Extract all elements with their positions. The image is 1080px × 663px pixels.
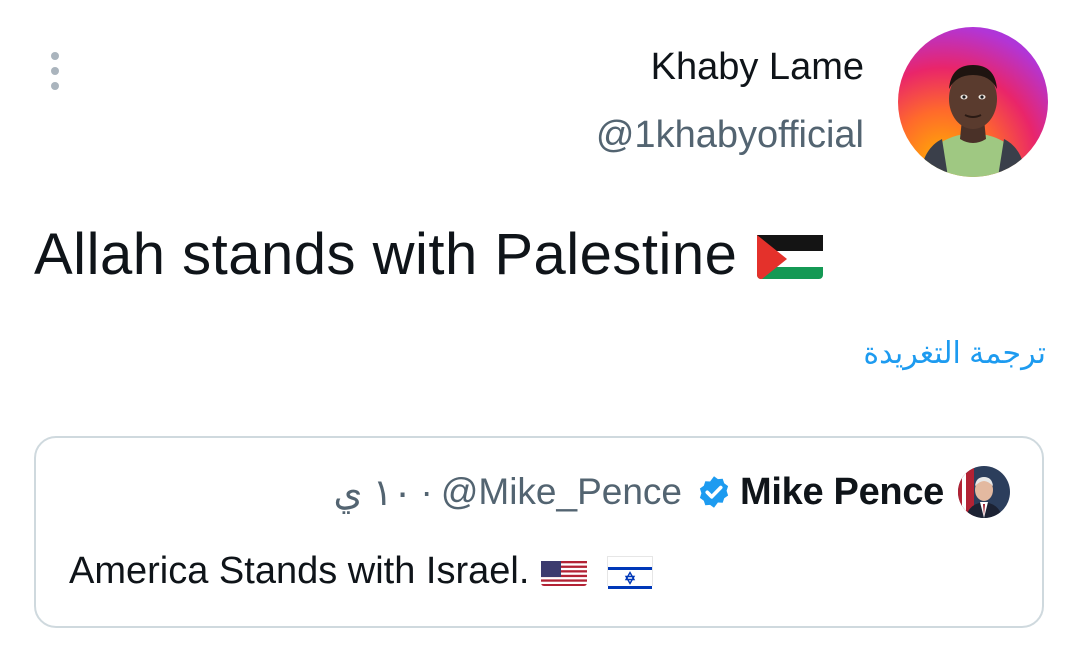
author-handle[interactable]: @1khabyofficial <box>596 112 864 158</box>
avatar-portrait <box>920 65 1026 177</box>
more-dot <box>51 67 59 75</box>
quoted-tweet-card[interactable]: ١٠ ي · @Mike_Pence Mike Pence America St… <box>34 436 1044 628</box>
author-name[interactable]: Khaby Lame <box>651 44 864 90</box>
translate-tweet-link[interactable]: ترجمة التغريدة <box>863 334 1046 374</box>
verified-badge-icon <box>696 474 732 510</box>
tweet-text: Allah stands with Palestine <box>34 222 824 288</box>
tweet-text-content: Allah stands with Palestine <box>34 222 738 287</box>
meta-separator: · <box>420 471 433 512</box>
us-flag-icon <box>541 556 588 586</box>
more-dot <box>51 82 59 90</box>
israel-flag-icon <box>607 556 654 592</box>
quoted-tweet-time[interactable]: ١٠ ي <box>334 471 413 514</box>
more-options-icon[interactable] <box>44 52 66 90</box>
quoted-tweet-text: America Stands with Israel. <box>69 548 654 594</box>
more-dot <box>51 52 59 60</box>
palestine-flag-icon <box>757 231 824 279</box>
quoted-tweet-header: ١٠ ي · @Mike_Pence Mike Pence <box>334 466 1010 518</box>
quoted-tweet-meta: ١٠ ي · @Mike_Pence <box>334 471 683 514</box>
quoted-author-name[interactable]: Mike Pence <box>740 471 944 514</box>
quoted-author-handle[interactable]: @Mike_Pence <box>441 471 682 513</box>
author-avatar[interactable] <box>898 27 1048 177</box>
quoted-tweet-text-content: America Stands with Israel. <box>69 550 530 592</box>
quoted-author-avatar[interactable] <box>958 466 1010 518</box>
